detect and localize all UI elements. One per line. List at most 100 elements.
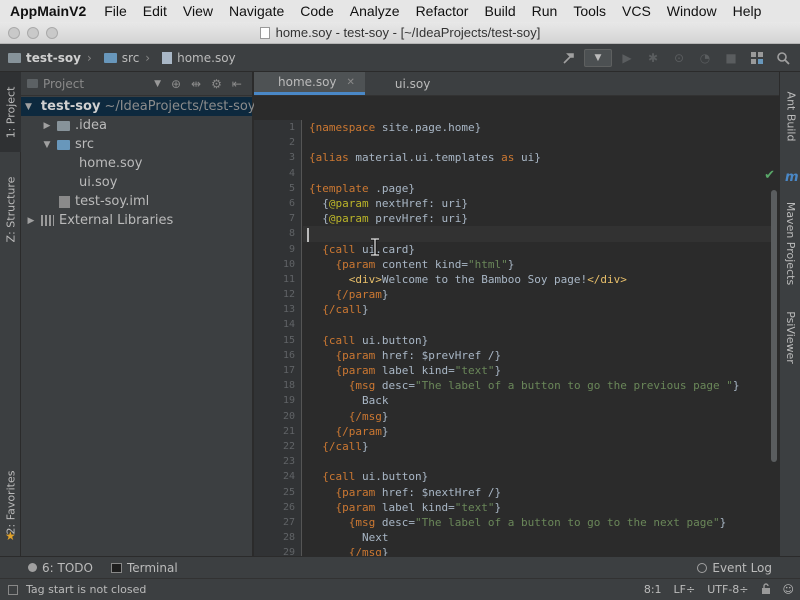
code-line[interactable]: {param href: $prevHref /} — [303, 348, 775, 363]
code-line[interactable]: {msg desc="The label of a button to go t… — [303, 378, 775, 393]
collapse-all-icon[interactable]: ⇹ — [191, 77, 201, 91]
tree-item-iml[interactable]: test-soy.iml — [21, 192, 252, 211]
line-number: 4 — [288, 167, 295, 179]
breadcrumb-src[interactable]: src › — [96, 51, 154, 65]
hide-panel-icon[interactable]: ⇤ — [232, 77, 242, 91]
code-line[interactable]: {/call} — [303, 302, 775, 317]
encoding-selector[interactable]: UTF-8÷ — [707, 583, 748, 596]
project-folder-icon — [8, 52, 21, 63]
menu-tools[interactable]: Tools — [565, 3, 614, 19]
code-line[interactable]: {@param prevHref: uri} — [303, 211, 775, 226]
gear-icon[interactable]: ⚙ — [211, 77, 222, 91]
caret-position[interactable]: 8:1 — [644, 583, 662, 596]
tool-windows-toggle-icon[interactable] — [8, 584, 18, 595]
code-line[interactable]: {msg desc="The label of a button to go t… — [303, 515, 775, 530]
tree-item-ui-soy[interactable]: ui.soy — [21, 173, 252, 192]
expand-arrow-icon[interactable]: ▶ — [25, 216, 37, 226]
menu-help[interactable]: Help — [725, 3, 770, 19]
tab-ant-build[interactable]: Ant Build — [780, 76, 800, 156]
tab-ui-soy[interactable]: ui.soy — [365, 72, 440, 95]
expand-arrow-icon[interactable]: ▼ — [25, 102, 32, 112]
project-view-selector[interactable]: Project — [43, 77, 84, 91]
code-line[interactable]: {call ui.button} — [303, 469, 775, 484]
tab-project[interactable]: 1: Project — [0, 72, 21, 152]
menu-run[interactable]: Run — [524, 3, 566, 19]
menu-vcs[interactable]: VCS — [614, 3, 659, 19]
code-line[interactable]: {namespace site.page.home} — [303, 120, 775, 135]
toolbar-actions: ▼ ▶ ✱ ⊙ ◔ ■ — [558, 48, 794, 68]
code-line[interactable]: {template .page} — [303, 181, 775, 196]
code-lines[interactable]: {namespace site.page.home} {alias materi… — [303, 120, 775, 556]
code-line[interactable]: <div>Welcome to the Bamboo Soy page!</di… — [303, 272, 775, 287]
close-window-button[interactable] — [8, 27, 20, 39]
code-editor[interactable]: 1 2 3 4 5 6 7 8 9 10 11 12 13 14 15 16 17 18 19 20 21 22 23 24 2… — [254, 120, 779, 556]
search-icon[interactable] — [772, 48, 794, 68]
code-line[interactable]: {/call} — [303, 439, 775, 454]
minimize-window-button[interactable] — [27, 27, 39, 39]
code-line[interactable] — [303, 454, 775, 469]
tab-home-soy[interactable]: home.soy ✕ — [254, 72, 365, 95]
run-configuration-dropdown[interactable]: ▼ — [584, 49, 612, 67]
code-line[interactable] — [303, 317, 775, 332]
expand-arrow-icon[interactable]: ▼ — [41, 140, 53, 150]
menu-analyze[interactable]: Analyze — [342, 3, 408, 19]
status-bar: Tag start is not closed 8:1 LF÷ UTF-8÷ ☺ — [0, 578, 800, 600]
todo-tool-button[interactable]: 6: TODO — [0, 561, 93, 575]
close-tab-icon[interactable]: ✕ — [347, 77, 355, 88]
menu-window[interactable]: Window — [659, 3, 725, 19]
stop-icon[interactable]: ■ — [720, 48, 742, 68]
code-line[interactable]: {param label kind="text"} — [303, 363, 775, 378]
code-line[interactable] — [303, 135, 775, 150]
code-line[interactable]: {@param nextHref: uri} — [303, 196, 775, 211]
menu-refactor[interactable]: Refactor — [408, 3, 477, 19]
vertical-scrollbar[interactable] — [771, 190, 777, 462]
code-line[interactable]: {/param} — [303, 424, 775, 439]
code-line[interactable]: {/msg} — [303, 409, 775, 424]
code-line[interactable]: Next — [303, 530, 775, 545]
terminal-tool-button[interactable]: Terminal — [93, 561, 178, 575]
tree-item-test-soy[interactable]: ▼ test-soy ~/IdeaProjects/test-soy — [21, 97, 255, 116]
breadcrumb-project[interactable]: test-soy › — [0, 51, 96, 65]
menu-navigate[interactable]: Navigate — [221, 3, 292, 19]
git-face-icon[interactable]: ☺ — [783, 583, 794, 596]
chevron-down-icon[interactable]: ▼ — [154, 79, 161, 89]
zoom-window-button[interactable] — [46, 27, 58, 39]
tree-item-idea[interactable]: ▶ .idea — [21, 116, 252, 135]
code-line[interactable]: {call ui.button} — [303, 333, 775, 348]
code-line[interactable]: {param href: $nextHref /} — [303, 485, 775, 500]
menu-code[interactable]: Code — [292, 3, 341, 19]
menu-edit[interactable]: Edit — [135, 3, 175, 19]
tab-psiviewer[interactable]: PsiViewer — [780, 302, 800, 372]
project-structure-icon[interactable] — [746, 48, 768, 68]
tree-item-src[interactable]: ▼ src — [21, 135, 252, 154]
app-menu[interactable]: AppMainV2 — [4, 3, 96, 19]
menu-file[interactable]: File — [96, 3, 135, 19]
line-separator-selector[interactable]: LF÷ — [674, 583, 696, 596]
code-line[interactable]: {/msg} — [303, 545, 775, 556]
menu-build[interactable]: Build — [476, 3, 523, 19]
menu-view[interactable]: View — [175, 3, 221, 19]
code-line[interactable]: {param label kind="text"} — [303, 500, 775, 515]
code-line[interactable]: {alias material.ui.templates as ui} — [303, 150, 775, 165]
expand-arrow-icon[interactable]: ▶ — [41, 121, 53, 131]
event-log-button[interactable]: Event Log — [687, 561, 772, 575]
run-icon[interactable]: ▶ — [616, 48, 638, 68]
tree-item-home-soy[interactable]: home.soy — [21, 154, 252, 173]
tree-item-external-libraries[interactable]: ▶ External Libraries — [21, 211, 252, 230]
scroll-from-source-icon[interactable]: ⊕ — [171, 77, 181, 91]
tab-structure[interactable]: Z: Structure — [0, 164, 21, 254]
code-line[interactable]: {param content kind="html"} — [303, 257, 775, 272]
code-line[interactable]: Back — [303, 393, 775, 408]
debug-icon[interactable]: ✱ — [642, 48, 664, 68]
breadcrumb-label: test-soy — [26, 50, 81, 65]
code-line[interactable] — [303, 166, 775, 181]
code-line[interactable]: {/param} — [303, 287, 775, 302]
profile-icon[interactable]: ◔ — [694, 48, 716, 68]
breadcrumb-file[interactable]: home.soy — [154, 51, 240, 65]
right-tool-strip: Ant Build m Maven Projects PsiViewer — [779, 72, 800, 556]
coverage-icon[interactable]: ⊙ — [668, 48, 690, 68]
tab-maven-projects[interactable]: Maven Projects — [780, 188, 800, 298]
lock-icon[interactable] — [761, 582, 771, 597]
build-hammer-icon[interactable] — [558, 48, 580, 68]
line-number: 26 — [282, 501, 295, 513]
